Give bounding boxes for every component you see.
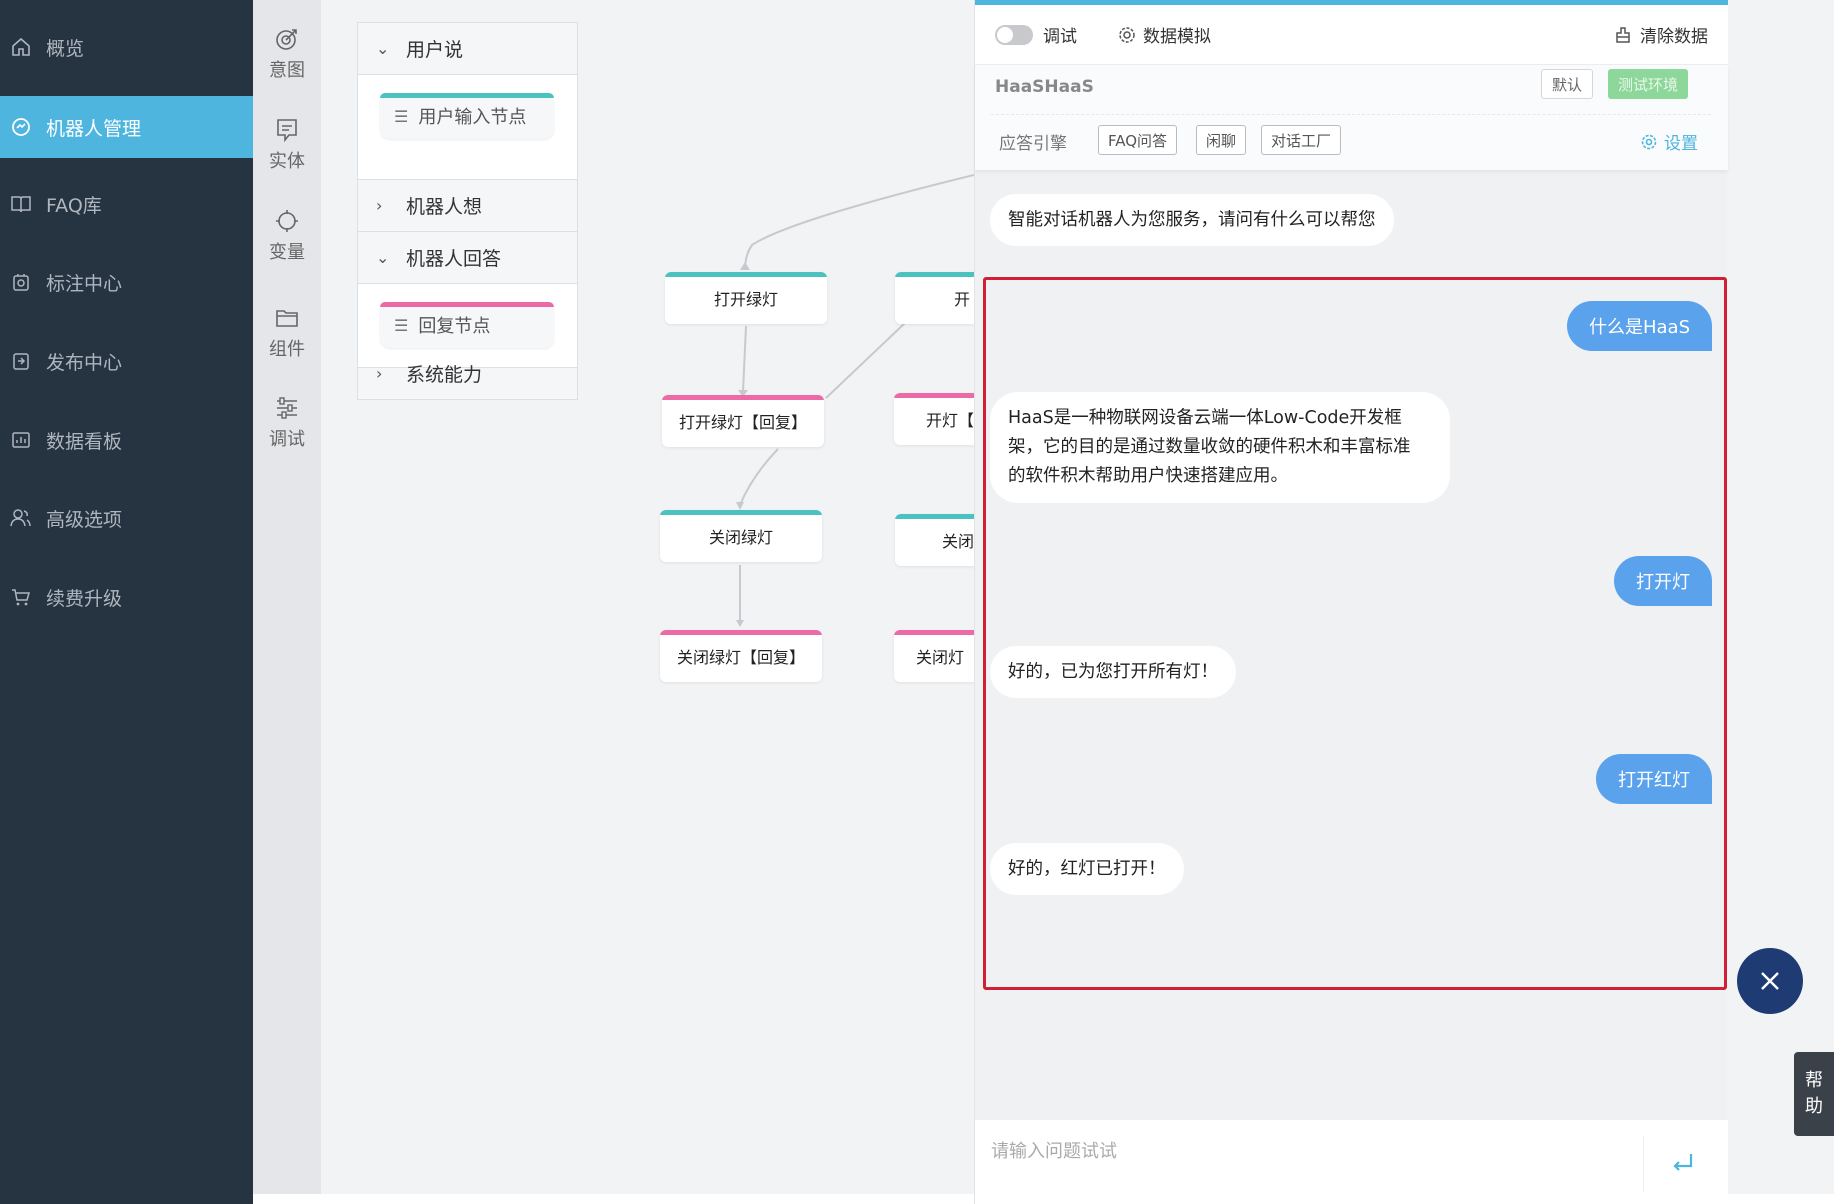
debug-toggle[interactable] bbox=[995, 24, 1033, 45]
enter-icon[interactable] bbox=[1669, 1148, 1697, 1176]
palette-body-user-says: ☰ 用户输入节点 bbox=[358, 75, 577, 180]
clear-data-button[interactable]: 清除数据 bbox=[1614, 22, 1708, 47]
help-tab[interactable]: 帮 助 bbox=[1794, 1052, 1834, 1136]
bot-info: HaaSHaaS 默认 测试环境 应答引擎 FAQ问答 闲聊 对话工厂 设置 bbox=[975, 65, 1728, 170]
question-input[interactable] bbox=[991, 1134, 1611, 1168]
flow-node-label: 打开绿灯【回复】 bbox=[678, 413, 807, 432]
chat-toolbar: 调试 数据模拟 清除数据 bbox=[975, 5, 1728, 65]
broom-icon bbox=[1616, 26, 1630, 43]
drag-handle-icon: ☰ bbox=[394, 106, 409, 126]
flow-node-label: 开 bbox=[953, 290, 970, 309]
help-char: 助 bbox=[1805, 1096, 1823, 1117]
debug-label: 调试 bbox=[1043, 27, 1077, 47]
flow-node[interactable]: 关闭绿灯【回复】 bbox=[660, 630, 822, 682]
engine-label: 应答引擎 bbox=[999, 134, 1067, 154]
chat-input-area bbox=[975, 1120, 1728, 1204]
flow-node-label: 关闭绿灯【回复】 bbox=[676, 648, 805, 667]
bot-greeting: 智能对话机器人为您服务，请问有什么可以帮您 bbox=[990, 194, 1394, 246]
chevron-right-icon: › bbox=[376, 363, 383, 383]
node-palette: ⌄ 用户说 ☰ 用户输入节点 › 机器人想 ⌄ 机器人回答 ☰ 回复节点 › 系… bbox=[357, 22, 578, 400]
palette-section-label: 机器人想 bbox=[406, 196, 483, 218]
flow-node[interactable]: 打开绿灯 bbox=[665, 272, 827, 324]
palette-section-robot-thinks[interactable]: › 机器人想 bbox=[358, 180, 577, 232]
simulate-button[interactable]: 数据模拟 bbox=[1117, 22, 1211, 47]
flow-node[interactable]: 开灯【 bbox=[894, 393, 974, 445]
palette-node-label: 回复节点 bbox=[418, 316, 491, 337]
close-icon bbox=[1761, 972, 1779, 990]
chevron-down-icon: ⌄ bbox=[376, 248, 390, 267]
highlight-box bbox=[983, 277, 1727, 990]
divider bbox=[991, 114, 1711, 115]
engine-dialog-factory[interactable]: 对话工厂 bbox=[1261, 125, 1342, 155]
chevron-right-icon: › bbox=[376, 196, 383, 215]
palette-section-label: 用户说 bbox=[406, 39, 464, 61]
drag-handle-icon: ☰ bbox=[394, 315, 409, 335]
flow-node-label: 开灯【 bbox=[925, 411, 974, 430]
palette-section-label: 系统能力 bbox=[406, 363, 483, 386]
flow-node[interactable]: 打开绿灯【回复】 bbox=[662, 395, 824, 447]
flow-node-label: 关闭 bbox=[941, 532, 974, 551]
flow-node[interactable]: 关闭灯 bbox=[894, 630, 974, 682]
user-input-node[interactable]: ☰ 用户输入节点 bbox=[380, 93, 554, 139]
palette-section-system-ability[interactable]: › 系统能力 bbox=[358, 347, 577, 399]
tag-test-env[interactable]: 测试环境 bbox=[1608, 69, 1689, 99]
flow-node[interactable]: 关闭 bbox=[895, 514, 974, 566]
reply-node[interactable]: ☰ 回复节点 bbox=[380, 302, 554, 348]
engine-chitchat[interactable]: 闲聊 bbox=[1196, 125, 1247, 155]
engine-faq[interactable]: FAQ问答 bbox=[1098, 125, 1178, 155]
help-char: 帮 bbox=[1805, 1070, 1823, 1091]
flow-node[interactable]: 关闭绿灯 bbox=[660, 510, 822, 562]
settings-label: 设置 bbox=[1664, 134, 1698, 154]
flow-node-label: 打开绿灯 bbox=[713, 290, 778, 309]
settings-button[interactable]: 设置 bbox=[1640, 129, 1698, 154]
flow-node[interactable]: 开 bbox=[895, 272, 974, 324]
simulate-label: 数据模拟 bbox=[1143, 27, 1211, 47]
flow-node-label: 关闭灯 bbox=[916, 648, 965, 667]
palette-section-user-says[interactable]: ⌄ 用户说 bbox=[358, 23, 577, 75]
clear-data-label: 清除数据 bbox=[1640, 27, 1708, 47]
flow-node-label: 关闭绿灯 bbox=[708, 528, 773, 547]
gear-icon bbox=[1119, 26, 1135, 43]
gear-icon bbox=[1641, 134, 1657, 149]
tag-default[interactable]: 默认 bbox=[1541, 69, 1594, 99]
palette-node-label: 用户输入节点 bbox=[418, 107, 527, 128]
bot-name: HaaSHaaS bbox=[995, 77, 1094, 97]
chevron-down-icon: ⌄ bbox=[376, 39, 390, 58]
palette-section-label: 机器人回答 bbox=[406, 248, 502, 270]
divider bbox=[1643, 1136, 1644, 1192]
close-chat-button[interactable] bbox=[1737, 948, 1803, 1014]
palette-section-robot-answers[interactable]: ⌄ 机器人回答 bbox=[358, 232, 577, 284]
